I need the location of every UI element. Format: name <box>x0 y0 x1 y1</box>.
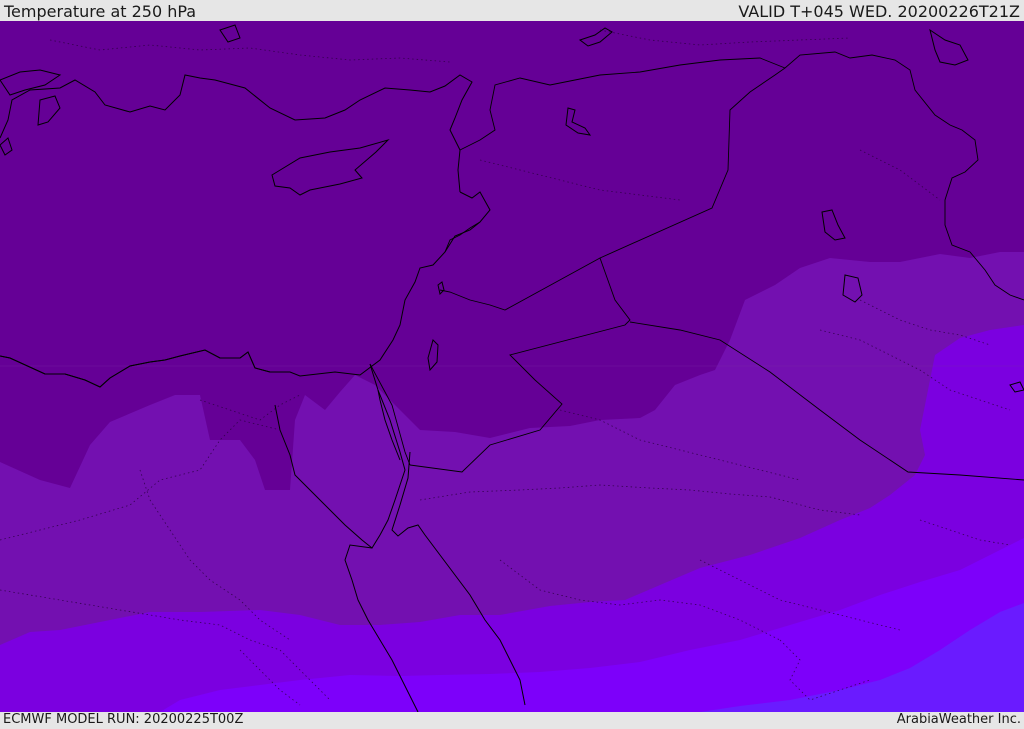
brand-label: ArabiaWeather Inc. <box>896 712 1021 727</box>
header-bar: Temperature at 250 hPa VALID T+045 WED. … <box>0 0 1024 21</box>
forecast-map[interactable] <box>0 21 1024 712</box>
map-frame: Temperature at 250 hPa VALID T+045 WED. … <box>0 0 1024 729</box>
map-title: Temperature at 250 hPa <box>4 2 197 21</box>
model-run-label: ECMWF MODEL RUN: 20200225T00Z <box>3 712 244 727</box>
map-canvas <box>0 21 1024 712</box>
valid-time: VALID T+045 WED. 20200226T21Z <box>738 2 1020 21</box>
footer-bar: ECMWF MODEL RUN: 20200225T00Z ArabiaWeat… <box>0 712 1024 729</box>
